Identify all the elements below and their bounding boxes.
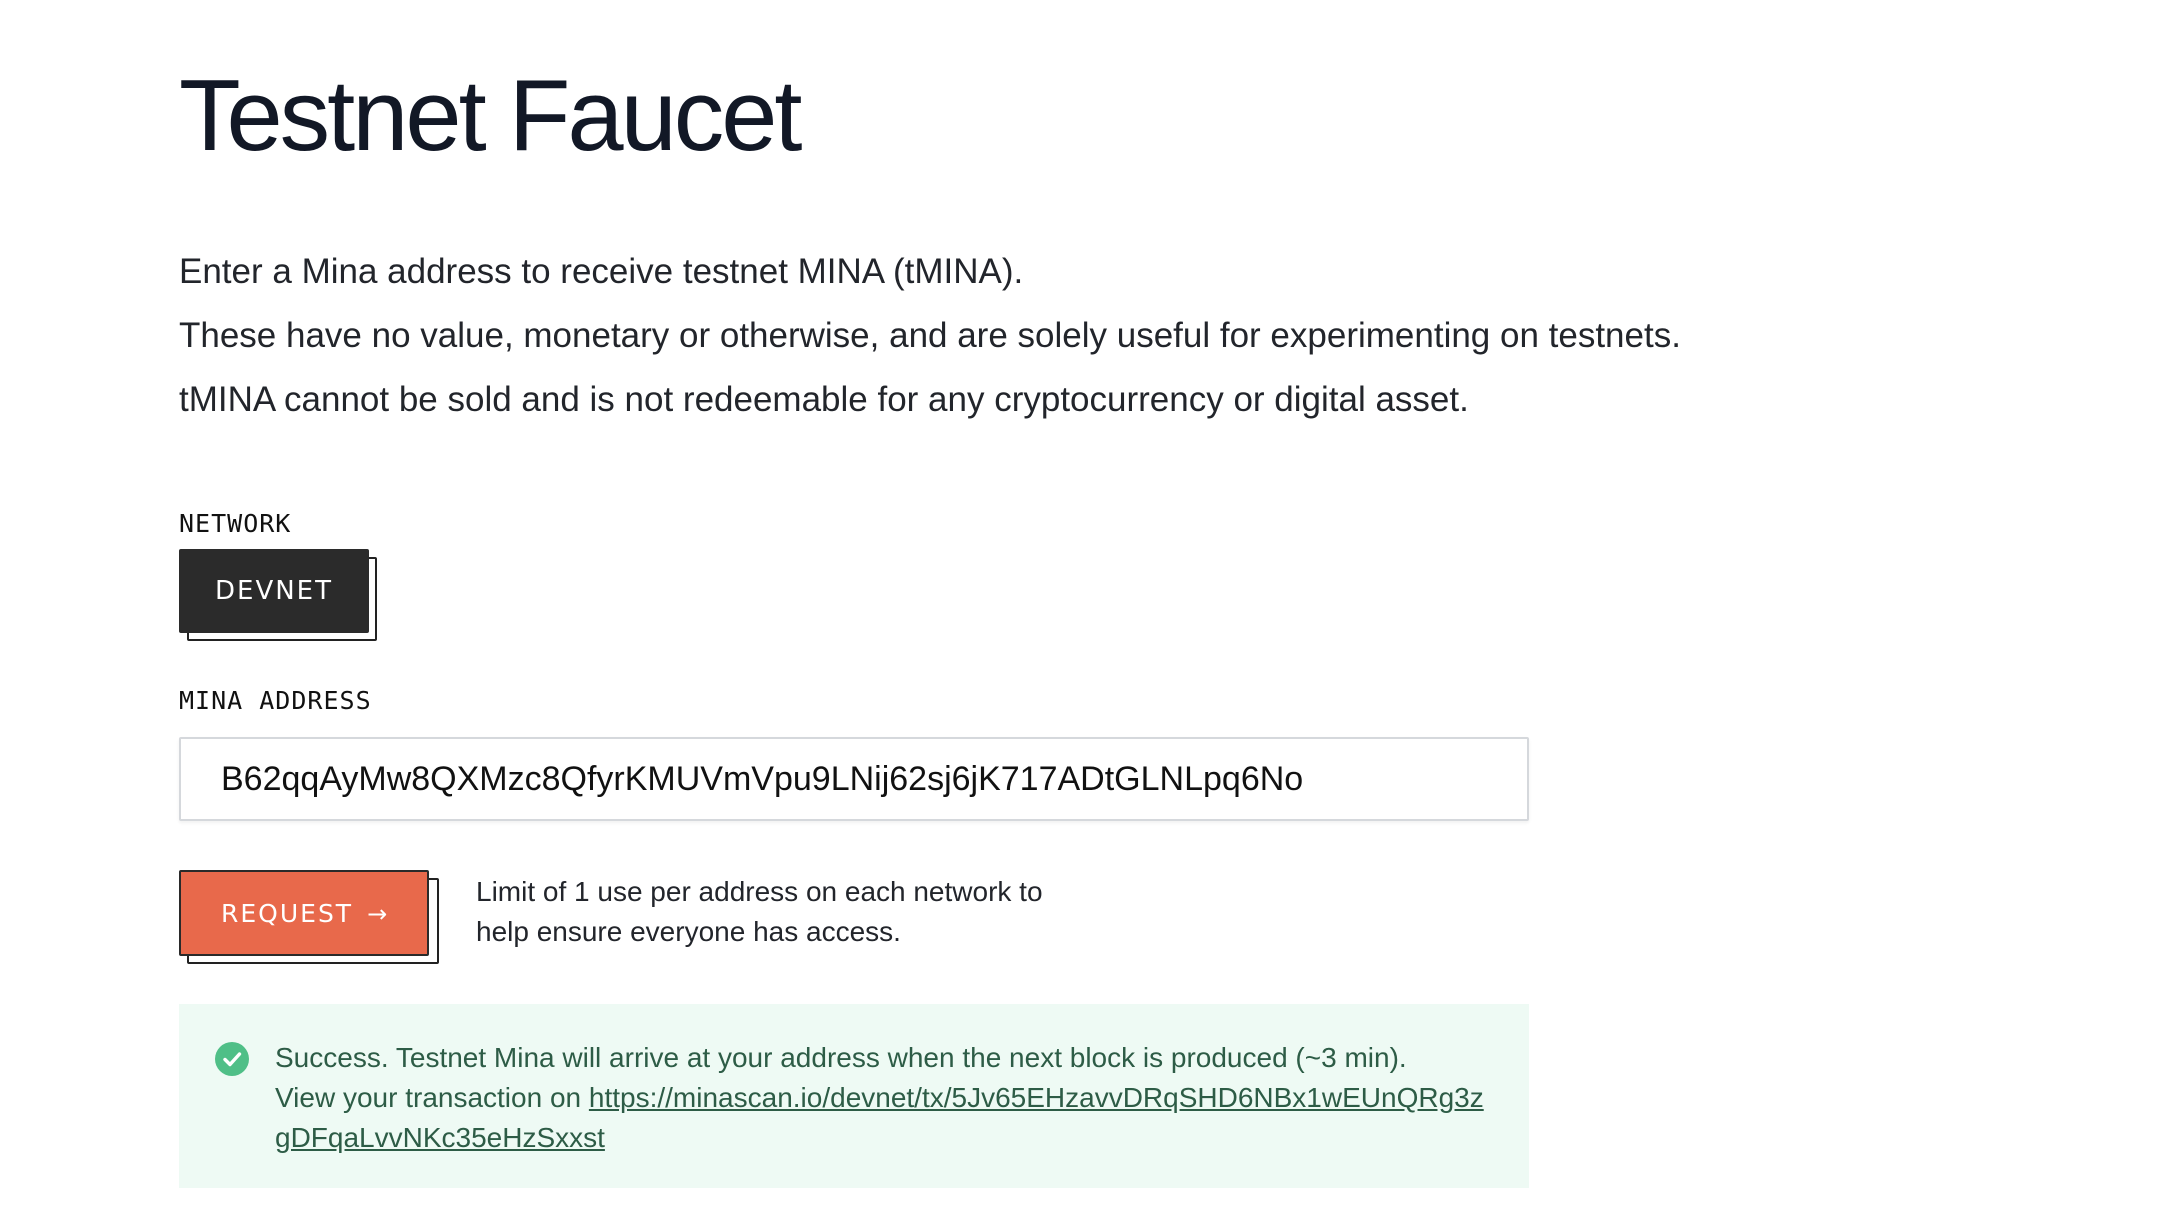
request-button-wrap: REQUEST → <box>179 870 439 966</box>
transaction-prefix: View your transaction on <box>275 1082 589 1113</box>
request-button-label: REQUEST <box>221 898 354 928</box>
network-label: NETWORK <box>179 509 292 538</box>
mina-address-label: MINA ADDRESS <box>179 686 372 715</box>
request-button[interactable]: REQUEST → <box>179 870 429 956</box>
request-row: REQUEST → Limit of 1 use per address on e… <box>179 870 2009 966</box>
mina-address-input[interactable] <box>179 737 1529 821</box>
intro-line-3: tMINA cannot be sold and is not redeemab… <box>179 380 1469 419</box>
intro-line-2: These have no value, monetary or otherwi… <box>179 316 1681 355</box>
network-selector: DEVNET <box>179 549 379 642</box>
intro-text: Enter a Mina address to receive testnet … <box>179 240 2009 432</box>
check-circle-icon <box>215 1042 249 1076</box>
limit-note: Limit of 1 use per address on each netwo… <box>476 876 1043 947</box>
intro-line-1: Enter a Mina address to receive testnet … <box>179 252 1024 291</box>
success-message: Success. Testnet Mina will arrive at you… <box>275 1042 1407 1073</box>
devnet-network-button[interactable]: DEVNET <box>179 549 369 633</box>
transaction-line: View your transaction on https://minasca… <box>275 1078 1493 1158</box>
faucet-page: Testnet Faucet Enter a Mina address to r… <box>179 58 2009 1188</box>
page-title: Testnet Faucet <box>179 60 802 172</box>
arrow-right-icon: → <box>367 899 390 928</box>
success-alert: Success. Testnet Mina will arrive at you… <box>179 1004 1529 1188</box>
